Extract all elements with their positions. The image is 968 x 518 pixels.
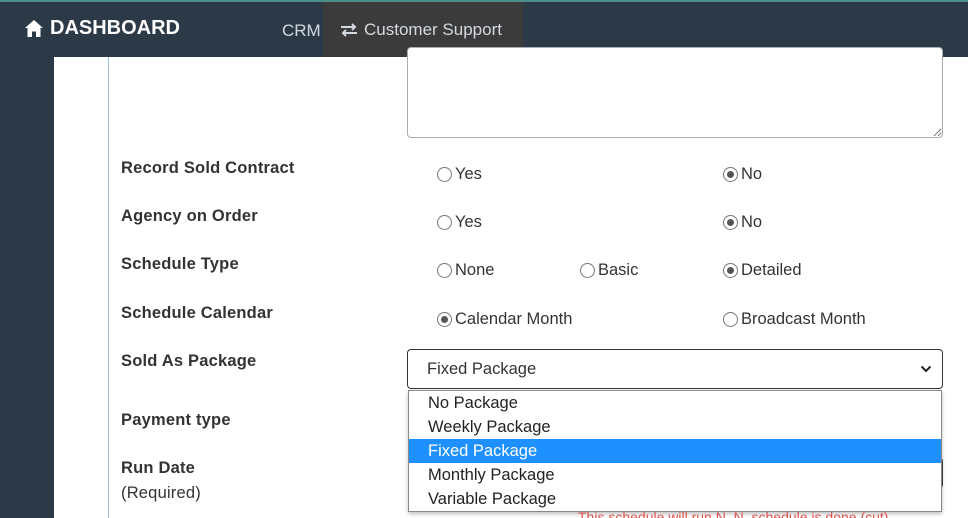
radio-label: Yes: [455, 213, 482, 231]
select-value: Fixed Package: [427, 359, 537, 378]
radio-circle-selected: [723, 263, 738, 278]
payment-type-label: Payment type: [121, 411, 231, 429]
swap-arrows-icon: [341, 22, 357, 37]
radio-label: Broadcast Month: [741, 310, 866, 328]
radio-label: No: [741, 213, 763, 231]
home-icon: [25, 20, 43, 37]
radio-circle: [437, 167, 452, 182]
nav-crm[interactable]: CRM: [282, 21, 321, 41]
radio-circle: [580, 263, 595, 278]
radio-label: No: [741, 165, 763, 183]
sold-as-package-select[interactable]: Fixed Package: [407, 349, 943, 389]
chevron-down-icon: [920, 365, 932, 373]
dropdown-option-fixed-package[interactable]: Fixed Package: [409, 439, 941, 463]
radio-label: Detailed: [741, 261, 802, 279]
radio-circle: [437, 263, 452, 278]
help-text: This schedule will run N. N. schedule is…: [578, 509, 889, 518]
radio-label: Calendar Month: [455, 310, 573, 328]
run-date-title: Run Date: [121, 459, 196, 477]
notes-textarea[interactable]: [407, 47, 943, 138]
run-date-label: Run Date (Required): [121, 459, 201, 503]
agency-on-order-yes[interactable]: Yes: [437, 213, 482, 232]
schedule-type-detailed[interactable]: Detailed: [723, 261, 802, 280]
radio-circle-selected: [723, 215, 738, 230]
schedule-calendar-broadcast-month[interactable]: Broadcast Month: [723, 310, 866, 329]
schedule-calendar-label: Schedule Calendar: [121, 304, 273, 322]
radio-label: None: [455, 261, 495, 279]
dropdown-option-variable-package[interactable]: Variable Package: [409, 487, 941, 511]
run-date-required: (Required): [121, 484, 201, 502]
radio-circle: [437, 215, 452, 230]
record-sold-contract-label: Record Sold Contract: [121, 159, 295, 177]
schedule-type-basic[interactable]: Basic: [580, 261, 638, 280]
schedule-type-none[interactable]: None: [437, 261, 494, 280]
radio-circle-selected: [723, 167, 738, 182]
brand-label: DASHBOARD: [50, 17, 180, 39]
schedule-calendar-calendar-month[interactable]: Calendar Month: [437, 310, 572, 329]
brand-link[interactable]: DASHBOARD: [24, 17, 180, 40]
record-sold-contract-no[interactable]: No: [723, 165, 762, 184]
dropdown-option-no-package[interactable]: No Package: [409, 391, 941, 415]
panel-border: [108, 57, 109, 518]
schedule-type-label: Schedule Type: [121, 255, 239, 273]
radio-circle-selected: [437, 312, 452, 327]
sidebar: [0, 57, 54, 518]
nav-support-label: Customer Support: [364, 19, 502, 39]
package-dropdown-list: No Package Weekly Package Fixed Package …: [408, 390, 942, 512]
agency-on-order-label: Agency on Order: [121, 207, 258, 225]
dropdown-option-weekly-package[interactable]: Weekly Package: [409, 415, 941, 439]
record-sold-contract-yes[interactable]: Yes: [437, 165, 482, 184]
agency-on-order-no[interactable]: No: [723, 213, 762, 232]
dropdown-option-monthly-package[interactable]: Monthly Package: [409, 463, 941, 487]
radio-circle: [723, 312, 738, 327]
radio-label: Yes: [455, 165, 482, 183]
radio-label: Basic: [598, 261, 639, 279]
sold-as-package-label: Sold As Package: [121, 352, 257, 370]
